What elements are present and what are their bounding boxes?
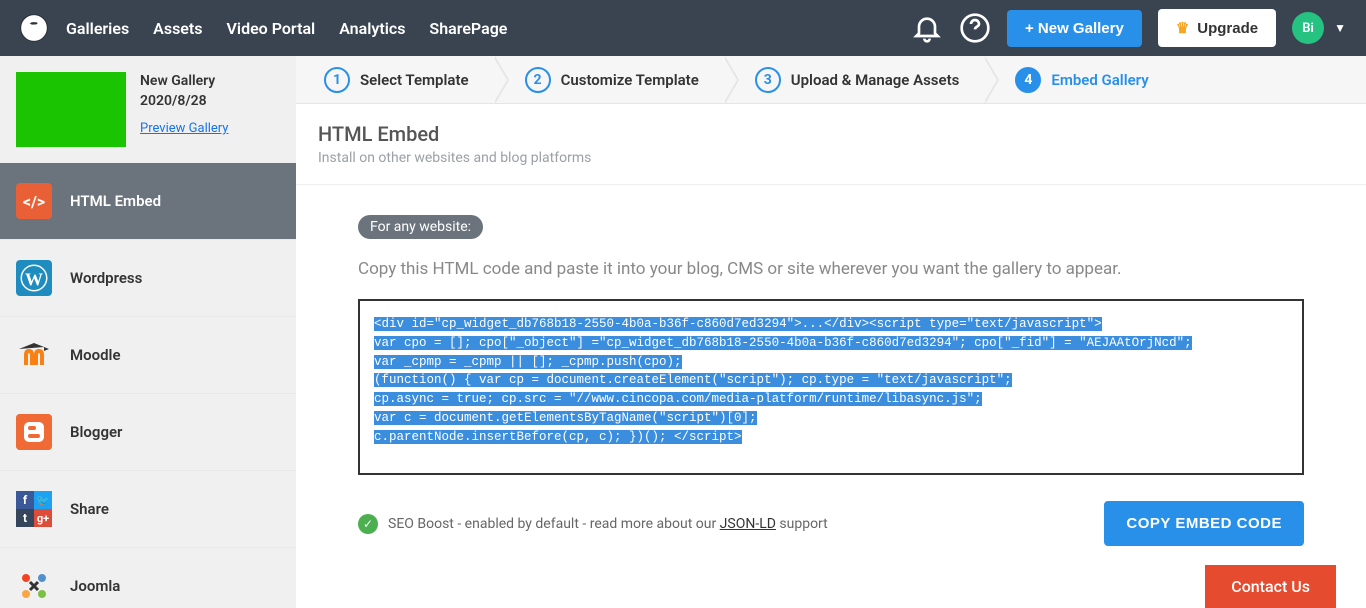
help-icon[interactable] [959, 12, 991, 44]
contact-us-tab[interactable]: Contact Us [1205, 565, 1336, 608]
step-label: Customize Template [561, 71, 699, 89]
nav-video-portal[interactable]: Video Portal [227, 19, 316, 38]
joomla-icon [16, 568, 52, 604]
wordpress-icon: W [16, 260, 52, 296]
html-embed-icon: </> [16, 183, 52, 219]
gallery-header: New Gallery 2020/8/28 Preview Gallery [0, 56, 296, 163]
copy-embed-code-button[interactable]: COPY EMBED CODE [1104, 501, 1304, 546]
wizard-steps: 1 Select Template 2 Customize Template 3… [296, 56, 1366, 104]
page-header: HTML Embed Install on other websites and… [296, 104, 1366, 185]
sidebar-item-share[interactable]: f 🐦 t g+ Share [0, 471, 296, 548]
sidebar-item-wordpress[interactable]: W Wordpress [0, 240, 296, 317]
sidebar-item-html-embed[interactable]: </> HTML Embed [0, 163, 296, 240]
sidebar-item-moodle[interactable]: Moodle [0, 317, 296, 394]
nav-analytics[interactable]: Analytics [339, 19, 405, 38]
embed-code-content: <div id="cp_widget_db768b18-2550-4b0a-b3… [374, 317, 1192, 444]
gallery-title: New Gallery 2020/8/28 [140, 72, 280, 111]
step-label: Embed Gallery [1051, 71, 1148, 89]
step-embed-gallery[interactable]: 4 Embed Gallery [987, 67, 1176, 93]
step-number: 1 [324, 67, 350, 93]
svg-text:W: W [25, 270, 43, 290]
step-number: 4 [1015, 67, 1041, 93]
sidebar-item-label: Wordpress [70, 269, 142, 287]
sidebar-item-label: Joomla [70, 577, 120, 595]
preview-gallery-link[interactable]: Preview Gallery [140, 121, 228, 136]
step-label: Select Template [360, 71, 469, 89]
share-icon: f 🐦 t g+ [16, 491, 52, 527]
notifications-icon[interactable] [911, 12, 943, 44]
nav-galleries[interactable]: Galleries [66, 19, 129, 38]
brand-logo[interactable] [20, 14, 48, 42]
upgrade-button[interactable]: ♛ Upgrade [1158, 9, 1276, 47]
sidebar-item-blogger[interactable]: Blogger [0, 394, 296, 471]
user-avatar[interactable]: Bi [1292, 12, 1324, 44]
blogger-icon [16, 414, 52, 450]
main-content: 1 Select Template 2 Customize Template 3… [296, 56, 1366, 608]
json-ld-link[interactable]: JSON-LD [720, 516, 776, 532]
step-number: 2 [525, 67, 551, 93]
chevron-down-icon[interactable]: ▼ [1334, 21, 1346, 35]
sidebar-item-label: Blogger [70, 423, 122, 441]
page-subtitle: Install on other websites and blog platf… [318, 150, 1344, 166]
step-label: Upload & Manage Assets [791, 71, 960, 89]
sidebar-item-label: Share [70, 500, 109, 518]
step-select-template[interactable]: 1 Select Template [296, 67, 497, 93]
nav-sharepage[interactable]: SharePage [429, 19, 507, 38]
nav-assets[interactable]: Assets [153, 19, 202, 38]
gallery-thumbnail[interactable] [16, 72, 126, 147]
new-gallery-button[interactable]: + New Gallery [1007, 10, 1142, 47]
step-customize-template[interactable]: 2 Customize Template [497, 67, 727, 93]
page-title: HTML Embed [318, 122, 1344, 146]
embed-code-textarea[interactable]: <div id="cp_widget_db768b18-2550-4b0a-b3… [358, 299, 1304, 475]
moodle-icon [16, 337, 52, 373]
sidebar: New Gallery 2020/8/28 Preview Gallery </… [0, 56, 296, 608]
embed-instructions: Copy this HTML code and paste it into yo… [358, 259, 1304, 279]
crown-icon: ♛ [1176, 19, 1189, 37]
sidebar-item-label: Moodle [70, 346, 121, 364]
for-any-website-badge: For any website: [358, 215, 483, 239]
sidebar-item-label: HTML Embed [70, 192, 161, 210]
top-navbar: Galleries Assets Video Portal Analytics … [0, 0, 1366, 56]
step-upload-manage-assets[interactable]: 3 Upload & Manage Assets [727, 67, 988, 93]
checkmark-icon: ✓ [358, 514, 378, 534]
step-number: 3 [755, 67, 781, 93]
sidebar-item-joomla[interactable]: Joomla [0, 548, 296, 608]
seo-boost-info: ✓ SEO Boost - enabled by default - read … [358, 514, 828, 534]
